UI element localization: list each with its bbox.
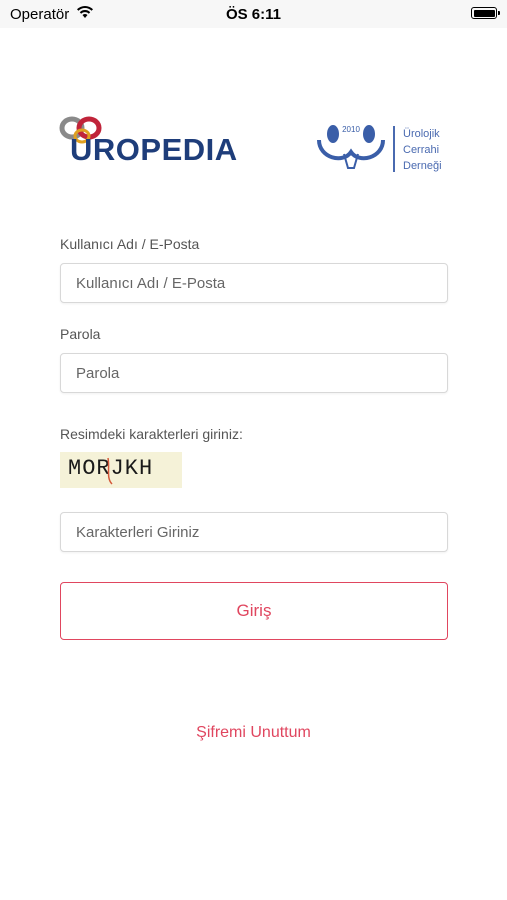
- ucd-line-2: Cerrahi: [403, 144, 440, 156]
- captcha-label: Resimdeki karakterleri giriniz:: [60, 426, 243, 442]
- ucd-year: 2010: [342, 125, 360, 134]
- ucd-line-1: Ürolojik: [403, 128, 440, 140]
- captcha-noise-icon: [107, 457, 113, 485]
- status-time: ÖS 6:11: [225, 6, 282, 23]
- ucd-divider: [393, 126, 395, 172]
- status-bar: Operatör ÖS 6:11: [0, 0, 507, 28]
- ucd-logo: 2010 Ürolojik Cerrahi Derneği: [313, 118, 453, 178]
- uropedia-logo: UROPEDIA: [58, 112, 238, 168]
- password-field[interactable]: [60, 353, 448, 393]
- login-button[interactable]: Giriş: [60, 582, 448, 640]
- ucd-emblem-icon: 2010: [317, 125, 385, 169]
- password-input[interactable]: [61, 354, 447, 392]
- username-label: Kullanıcı Adı / E-Posta: [60, 236, 200, 252]
- username-input[interactable]: [61, 264, 447, 302]
- captcha-field[interactable]: [60, 512, 448, 552]
- uropedia-wordmark: UROPEDIA: [70, 132, 238, 167]
- password-label: Parola: [60, 326, 101, 342]
- captcha-image: MORJKH: [60, 452, 182, 488]
- captcha-input[interactable]: [61, 513, 447, 551]
- ucd-line-3: Derneği: [403, 160, 442, 172]
- login-button-label: Giriş: [236, 601, 272, 620]
- username-field[interactable]: [60, 263, 448, 303]
- forgot-password-link[interactable]: Şifremi Unuttum: [0, 724, 507, 742]
- battery-icon: [471, 7, 500, 19]
